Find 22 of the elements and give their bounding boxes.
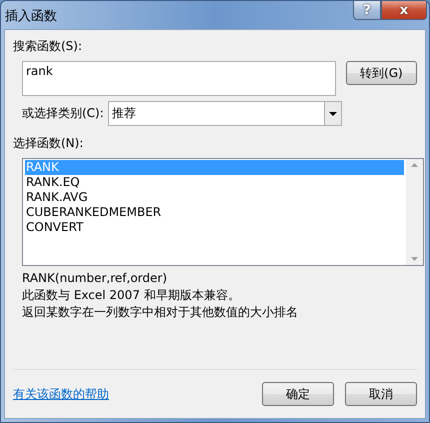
- function-item[interactable]: CUBERANKEDMEMBER: [25, 205, 404, 220]
- scroll-down-icon: [411, 257, 418, 261]
- scrollbar[interactable]: [406, 159, 423, 265]
- help-link[interactable]: 有关该函数的帮助: [13, 386, 109, 402]
- scroll-up-icon: [411, 163, 418, 167]
- function-item[interactable]: CONVERT: [25, 220, 404, 235]
- search-label: 搜索函数(S):: [13, 38, 84, 55]
- search-field[interactable]: rank: [22, 61, 336, 96]
- caret-icon: [328, 112, 337, 116]
- function-item[interactable]: RANK.AVG: [25, 190, 404, 205]
- category-label: 或选择类别(C):: [22, 105, 104, 122]
- go-button[interactable]: 转到(G): [346, 61, 417, 85]
- cancel-button[interactable]: 取消: [345, 382, 417, 406]
- function-description: 返回某数字在一列数字中相对于其他数值的大小排名: [22, 304, 299, 321]
- ok-button[interactable]: 确定: [262, 382, 334, 406]
- close-button[interactable]: x: [381, 1, 427, 20]
- window-title: 插入函数: [5, 8, 57, 25]
- category-dropdown[interactable]: 推荐: [108, 101, 342, 126]
- function-item[interactable]: RANK.EQ: [25, 175, 404, 190]
- function-list-label: 选择函数(N):: [13, 135, 84, 152]
- function-description: 此函数与 Excel 2007 和早期版本兼容。: [22, 287, 241, 304]
- function-signature: RANK(number,ref,order): [22, 270, 168, 287]
